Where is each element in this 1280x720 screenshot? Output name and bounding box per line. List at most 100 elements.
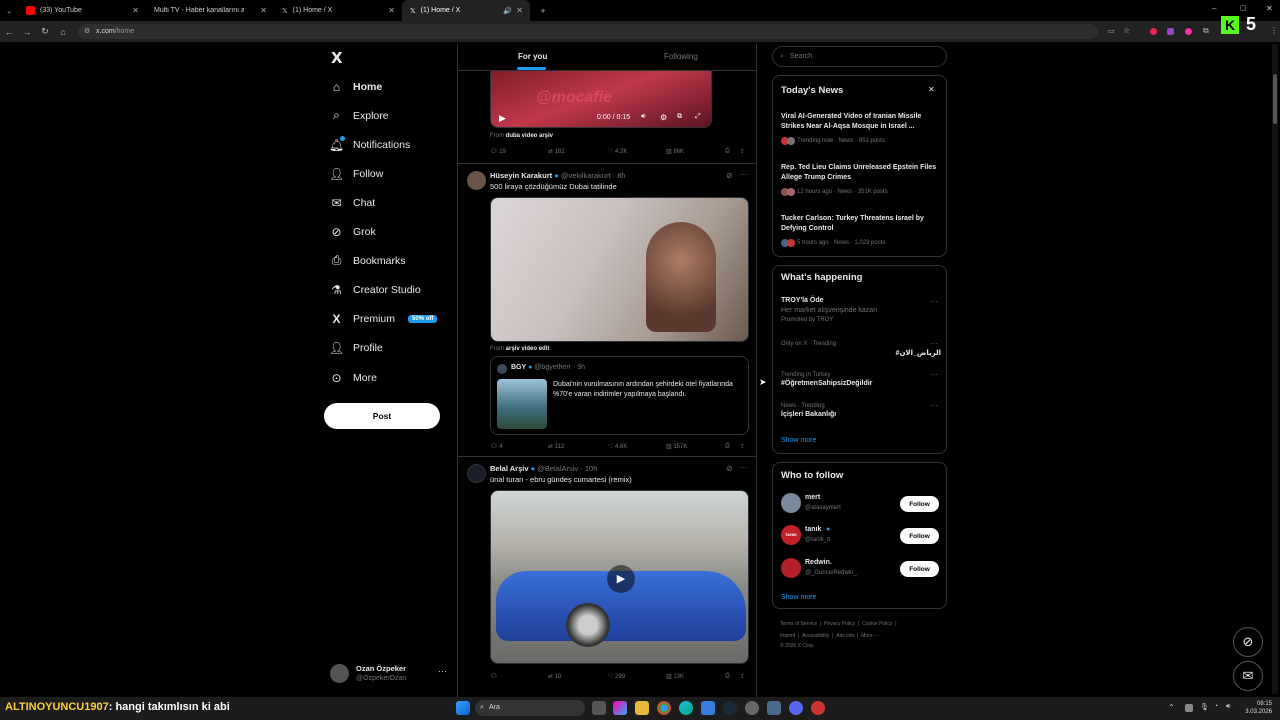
grok-fab[interactable]: ⊘	[1233, 627, 1263, 657]
bookmark-icon[interactable]: ⎙	[725, 443, 730, 450]
settings-icon[interactable]	[745, 701, 759, 715]
video-player[interactable]: @mocafie ▶ 0:00 / 0:15 🔊︎ ⚙ ⧉ ⤢	[490, 62, 712, 128]
taskview-icon[interactable]	[592, 701, 606, 715]
x-logo[interactable]: X	[331, 49, 343, 67]
trend-more-icon[interactable]: ···	[930, 297, 938, 306]
extensions-puzzle-icon[interactable]: ⧉	[1203, 26, 1209, 36]
copilot-icon[interactable]	[613, 701, 627, 715]
tweet[interactable]: Hüseyin Karakurt ● @vekilkarakurt · 8h ⊘…	[458, 164, 756, 456]
extension-2-icon[interactable]	[1167, 28, 1174, 35]
new-tab-icon[interactable]: +	[534, 6, 552, 16]
grok-icon[interactable]: ⊘	[726, 171, 733, 180]
close-tab-icon[interactable]: ✕	[388, 6, 395, 15]
file-explorer-icon[interactable]	[635, 701, 649, 715]
trend-more-icon[interactable]: ···	[930, 339, 938, 348]
repost-button[interactable]: ⇄ 182	[548, 148, 565, 155]
share-icon[interactable]: ⇪	[740, 443, 745, 450]
news-headline[interactable]: Viral AI-Generated Video of Iranian Miss…	[781, 112, 941, 132]
scrollbar-thumb[interactable]	[1273, 74, 1277, 124]
mic-icon[interactable]: 🎙︎	[1200, 703, 1209, 711]
play-icon[interactable]: ▶	[607, 565, 635, 593]
author-name[interactable]: Belal Arşiv	[490, 464, 529, 473]
tab-list-chevron-icon[interactable]: ⌄	[0, 7, 18, 15]
extension-3-icon[interactable]	[1185, 28, 1192, 35]
news-headline[interactable]: Rep. Ted Lieu Claims Unreleased Epstein …	[781, 163, 941, 183]
tab-youtube[interactable]: (33) YouTube ✕	[18, 0, 146, 21]
tweet-more-icon[interactable]: ···	[739, 463, 747, 472]
cast-icon[interactable]: ▭	[1108, 27, 1115, 35]
app-icon[interactable]	[811, 701, 825, 715]
trend-more-icon[interactable]: ···	[930, 370, 938, 379]
follow-button[interactable]: Follow	[900, 528, 939, 544]
quoted-tweet[interactable]: BGY ● @bgyetherr · 9h Dubai'nin vurulmas…	[490, 356, 749, 435]
search-input[interactable]: ⌕ Search	[772, 46, 947, 67]
share-icon[interactable]: ⇪	[740, 148, 745, 155]
close-tab-icon[interactable]: ✕	[132, 6, 139, 15]
tray-app-icon[interactable]	[1185, 704, 1193, 712]
app-icon[interactable]	[767, 701, 781, 715]
tab-following[interactable]: Following	[664, 52, 698, 61]
like-button[interactable]: ♡ 4.6K	[608, 443, 627, 450]
close-window-icon[interactable]: ✕	[1266, 4, 1273, 13]
show-more-link[interactable]: Show more	[781, 437, 816, 444]
trend-item[interactable]: News · Trending İçişleri Bakanlığı ···	[781, 401, 941, 418]
clock[interactable]: 08:15 3.03.2026	[1240, 700, 1272, 716]
pip-icon[interactable]: ⧉	[677, 113, 682, 121]
back-icon[interactable]: ←	[0, 27, 18, 37]
messages-fab[interactable]: ✉	[1233, 661, 1263, 691]
fullscreen-icon[interactable]: ⤢	[695, 113, 701, 121]
bookmark-icon[interactable]: ⎙	[725, 673, 730, 680]
tweet-video[interactable]	[490, 197, 749, 342]
browser-menu-icon[interactable]: ⋮	[1270, 26, 1278, 35]
repost-button[interactable]: ⇄ 112	[548, 443, 564, 450]
nav-grok[interactable]: ⊘ Grok	[330, 225, 375, 239]
nav-home[interactable]: ⌂ Home	[330, 80, 382, 94]
settings-icon[interactable]: ⚙	[660, 113, 667, 122]
repost-button[interactable]: ⇄ 10	[548, 673, 561, 680]
nav-bookmarks[interactable]: ⎙ Bookmarks	[330, 253, 406, 267]
nav-profile[interactable]: 👤︎ Profile	[329, 341, 383, 355]
site-info-icon[interactable]: ⚙	[84, 27, 90, 35]
trend-item[interactable]: Trending in Turkey #ÖğretmenSahipsizDeği…	[781, 370, 941, 387]
nav-premium[interactable]: X Premium 50% off	[330, 312, 438, 326]
tab-x-home-1[interactable]: 𝕏 (1) Home / X ✕	[274, 0, 402, 21]
edge-icon[interactable]	[679, 701, 693, 715]
tab-x-home-active[interactable]: 𝕏 (1) Home / X 🔊 ✕	[402, 0, 530, 21]
store-icon[interactable]	[701, 701, 715, 715]
url-field[interactable]: x.com/home	[78, 24, 1098, 39]
follow-button[interactable]: Follow	[900, 561, 939, 577]
discord-icon[interactable]	[789, 701, 803, 715]
speaker-icon[interactable]: 🔊	[503, 7, 512, 15]
follow-button[interactable]: Follow	[900, 496, 939, 512]
nav-explore[interactable]: ⌕ Explore	[330, 108, 388, 122]
account-more-icon[interactable]: ···	[438, 666, 447, 676]
extension-1-icon[interactable]	[1150, 28, 1157, 35]
volume-icon[interactable]: 🔊︎	[641, 113, 645, 121]
like-button[interactable]: ♡ 299	[608, 673, 625, 680]
account-switcher[interactable]: Ozan Özpeker @OzpekerOzan ···	[330, 662, 455, 690]
author-name[interactable]: Hüseyin Karakurt	[490, 171, 552, 180]
maximize-icon[interactable]: ▢	[1240, 4, 1247, 12]
promoted-trend[interactable]: TROY'la Öde Her market alışverişinde kaz…	[781, 297, 941, 323]
taskbar-search[interactable]: ⌕ Ara	[475, 700, 585, 716]
tab-for-you[interactable]: For you	[518, 52, 547, 61]
trend-more-icon[interactable]: ···	[930, 401, 938, 410]
reply-button[interactable]: 💬︎ 19	[490, 148, 506, 155]
nav-notifications[interactable]: 🔔︎ Notifications	[329, 136, 410, 152]
page-scrollbar[interactable]	[1272, 44, 1278, 694]
tweet-video[interactable]: ▶	[490, 490, 749, 664]
tweet-more-icon[interactable]: ···	[739, 170, 747, 179]
media-source-link[interactable]: arşiv video edit	[506, 346, 550, 352]
close-tab-icon[interactable]: ✕	[260, 6, 267, 15]
share-icon[interactable]: ⇪	[740, 673, 745, 680]
minimize-icon[interactable]: –	[1212, 4, 1216, 13]
post-button[interactable]: Post	[324, 403, 440, 429]
windows-start-icon[interactable]	[456, 701, 470, 715]
like-button[interactable]: ♡ 4.2K	[608, 148, 627, 155]
news-headline[interactable]: Tucker Carlson: Turkey Threatens Israel …	[781, 214, 941, 234]
media-source-link[interactable]: duba video arşiv	[506, 133, 553, 139]
tray-chevron-icon[interactable]: ⌃	[1168, 703, 1175, 712]
reply-button[interactable]: 💬︎ 4	[490, 443, 503, 450]
play-icon[interactable]: ▶	[499, 113, 506, 124]
nav-more[interactable]: ⊙ More	[330, 371, 376, 385]
